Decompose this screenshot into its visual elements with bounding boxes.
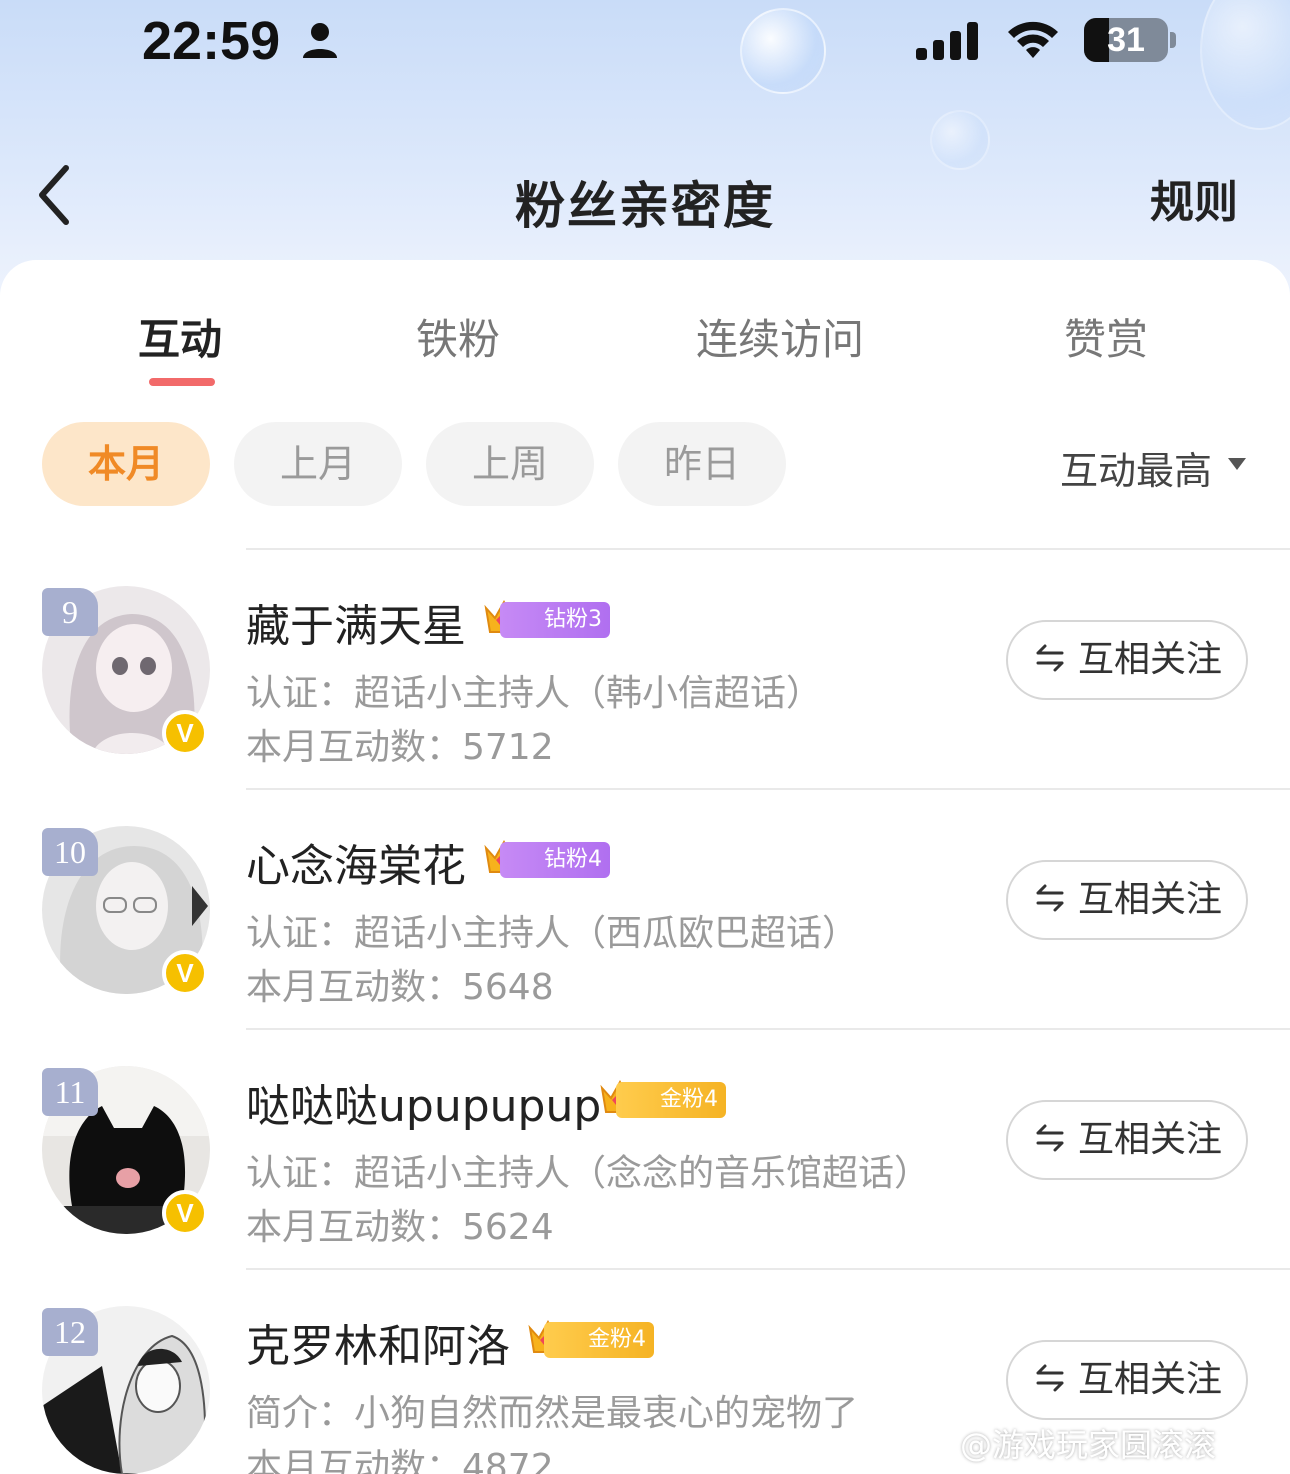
sort-dropdown[interactable]: 互动最高 (1060, 440, 1212, 495)
swap-arrows-icon (1036, 1124, 1064, 1152)
wifi-icon (1008, 21, 1058, 58)
tab-iron-fans[interactable]: 铁粉 (416, 306, 500, 367)
mutual-follow-button[interactable]: 互相关注 (1006, 860, 1248, 940)
mutual-follow-button[interactable]: 互相关注 (1006, 1340, 1248, 1420)
interaction-count: 本月互动数：5648 (246, 967, 554, 1008)
rank-badge: 10 (42, 828, 98, 876)
mutual-follow-button[interactable]: 互相关注 (1006, 620, 1248, 700)
fan-row[interactable]: 10 V 心念海棠花 钻粉4 认证：超话小主持人（西瓜欧巴超话） 本月互动数：5… (0, 790, 1290, 1030)
fan-description: 简介：小狗自然而然是最衷心的宠物了 (246, 1393, 859, 1434)
watermark: @游戏玩家圆滚滚 (960, 1426, 1217, 1464)
signal-icon (916, 22, 978, 60)
mutual-follow-button[interactable]: 互相关注 (1006, 1100, 1248, 1180)
follow-label: 互相关注 (1078, 879, 1223, 920)
status-bar: 22:59 31 (0, 0, 1290, 80)
follow-label: 互相关注 (1078, 1119, 1223, 1160)
follow-label: 互相关注 (1078, 1359, 1223, 1400)
fan-level-badge: 金粉4 (544, 1322, 654, 1358)
swap-arrows-icon (1036, 1364, 1064, 1392)
filter-yesterday[interactable]: 昨日 (618, 422, 786, 506)
rules-button[interactable]: 规则 (1150, 166, 1238, 230)
status-time: 22:59 (142, 11, 281, 71)
verified-badge-icon: V (162, 710, 208, 756)
fan-level-badge: 金粉4 (616, 1082, 726, 1118)
caret-down-icon[interactable] (1226, 456, 1248, 472)
battery-cap (1170, 32, 1176, 48)
interaction-count: 本月互动数：4872 (246, 1447, 554, 1474)
filter-last-month[interactable]: 上月 (234, 422, 402, 506)
fan-name[interactable]: 克罗林和阿洛 (246, 1310, 510, 1374)
fan-row[interactable]: 11 V 哒哒哒upupupup 金粉4 认证：超话小主持人（念念的音乐馆超话）… (0, 1030, 1290, 1270)
fan-description: 认证：超话小主持人（念念的音乐馆超话） (246, 1153, 931, 1194)
verified-badge-icon: V (162, 950, 208, 996)
follow-label: 互相关注 (1078, 639, 1223, 680)
fan-level-badge: 钻粉3 (500, 602, 610, 638)
person-icon (303, 23, 337, 58)
filter-this-month[interactable]: 本月 (42, 422, 210, 506)
fan-row[interactable]: 9 V 藏于满天星 钻粉3 认证：超话小主持人（韩小信超话） 本月互动数：571… (0, 550, 1290, 790)
swap-arrows-icon (1036, 644, 1064, 672)
tab-interaction[interactable]: 互动 (138, 306, 222, 367)
interaction-count: 本月互动数：5624 (246, 1207, 554, 1248)
swap-arrows-icon (1036, 884, 1064, 912)
tab-consecutive-visits[interactable]: 连续访问 (696, 306, 864, 367)
tab-active-indicator (149, 378, 215, 386)
decor-bubble (930, 110, 990, 170)
filter-last-week[interactable]: 上周 (426, 422, 594, 506)
fan-description: 认证：超话小主持人（韩小信超话） (246, 673, 823, 714)
fan-level-badge: 钻粉4 (500, 842, 610, 878)
fan-description: 认证：超话小主持人（西瓜欧巴超话） (246, 913, 859, 954)
fan-name[interactable]: 藏于满天星 (246, 590, 466, 654)
tab-rewards[interactable]: 赞赏 (1064, 306, 1148, 367)
rank-badge: 11 (42, 1068, 98, 1116)
fan-name[interactable]: 哒哒哒upupupup (246, 1070, 601, 1134)
rank-badge: 9 (42, 588, 98, 636)
battery-indicator: 31 (1084, 18, 1168, 62)
fan-name[interactable]: 心念海棠花 (246, 830, 466, 894)
page-title: 粉丝亲密度 (515, 177, 775, 235)
battery-level: 31 (1107, 21, 1145, 59)
interaction-count: 本月互动数：5712 (246, 727, 554, 768)
rank-badge: 12 (42, 1308, 98, 1356)
verified-badge-icon: V (162, 1190, 208, 1236)
